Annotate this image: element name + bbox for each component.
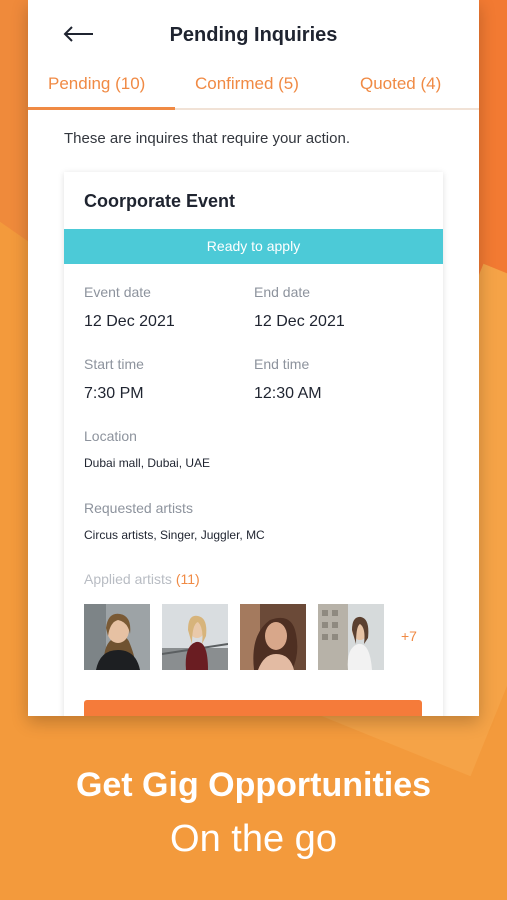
- requested-artists-label: Requested artists: [84, 500, 193, 516]
- applied-artists-count: (11): [175, 571, 200, 587]
- requested-artists-value: Circus artists, Singer, Juggler, MC: [84, 528, 265, 542]
- tab-confirmed[interactable]: Confirmed (5): [195, 74, 299, 94]
- event-title: Coorporate Event: [84, 191, 236, 211]
- applied-artists-text: Applied artists: [84, 571, 172, 587]
- inquiry-card[interactable]: Coorporate Event Ready to apply Event da…: [64, 172, 443, 716]
- applied-artists-label: Applied artists (11): [84, 571, 200, 587]
- promo-subheadline: On the go: [170, 818, 337, 860]
- event-date-label: Event date: [84, 284, 151, 300]
- top-bar: Pending Inquiries: [28, 0, 479, 68]
- page-title: Pending Inquiries: [169, 24, 338, 46]
- start-time-value: 7:30 PM: [84, 385, 144, 402]
- promo-headline: Get Gig Opportunities: [75, 766, 432, 804]
- start-time-label: Start time: [84, 356, 144, 372]
- tab-bar: Pending (10) Confirmed (5) Quoted (4): [28, 68, 479, 110]
- location-label: Location: [84, 428, 137, 444]
- artist-avatar[interactable]: [240, 604, 306, 670]
- end-date-label: End date: [254, 284, 311, 300]
- tab-quoted[interactable]: Quoted (4): [360, 74, 441, 94]
- status-badge: Ready to apply: [64, 229, 443, 264]
- end-date-value: 12 Dec 2021: [254, 313, 345, 330]
- intro-text: These are inquires that require your act…: [64, 130, 350, 147]
- artist-avatar[interactable]: [162, 604, 228, 670]
- location-value: Dubai mall, Dubai, UAE: [84, 456, 211, 470]
- tab-pending[interactable]: Pending (10): [48, 74, 145, 94]
- end-time-value: 12:30 AM: [254, 385, 322, 402]
- event-date-value: 12 Dec 2021: [84, 313, 175, 330]
- end-time-label: End time: [254, 356, 310, 372]
- artist-avatar[interactable]: [84, 604, 150, 670]
- app-screen: Pending Inquiries Pending (10) Confirmed…: [28, 0, 479, 716]
- active-tab-indicator: [28, 107, 175, 110]
- artist-avatar[interactable]: [318, 604, 384, 670]
- apply-button[interactable]: [84, 700, 422, 716]
- more-artists-count[interactable]: +7: [401, 628, 417, 644]
